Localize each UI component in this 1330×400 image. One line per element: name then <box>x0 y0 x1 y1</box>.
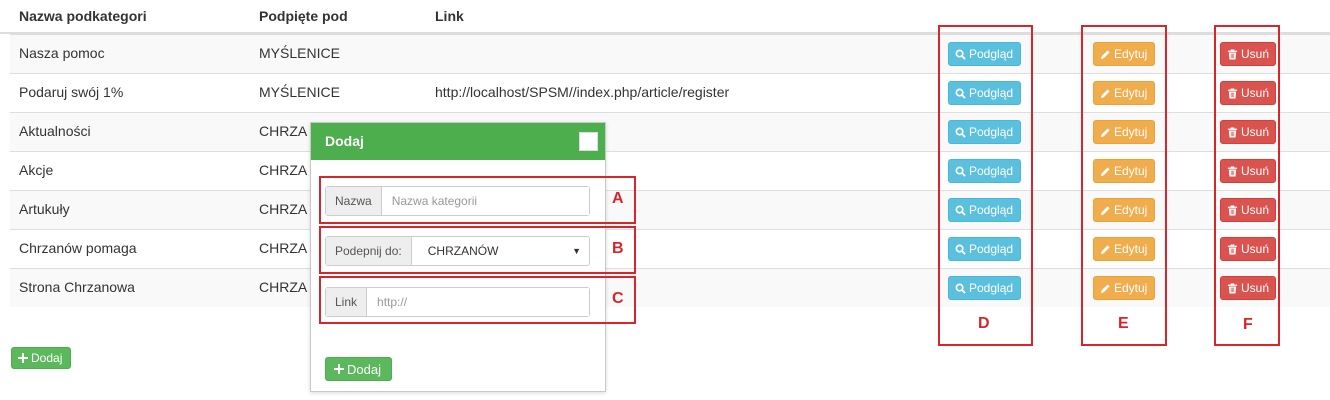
modal-title: Dodaj <box>325 133 364 149</box>
row-name: Aktualności <box>19 123 91 139</box>
annotation-box-a <box>319 176 636 224</box>
header-link: Link <box>435 8 464 24</box>
header-parent: Podpięte pod <box>259 8 348 24</box>
annotation-box-f <box>1214 25 1280 346</box>
row-name: Strona Chrzanowa <box>19 279 135 295</box>
row-name: Chrzanów pomaga <box>19 240 137 256</box>
annotation-label-f: F <box>1243 316 1253 333</box>
plus-icon <box>18 353 28 363</box>
row-name: Artukuły <box>19 201 70 217</box>
annotation-label-a: A <box>612 190 624 207</box>
row-parent: MYŚLENICE <box>259 84 340 100</box>
row-link[interactable]: http://localhost/SPSM//index.php/article… <box>435 84 729 100</box>
modal-submit-label: Dodaj <box>347 361 381 377</box>
modal-header: Dodaj <box>311 123 605 160</box>
row-parent: CHRZA <box>259 123 308 139</box>
row-parent: CHRZA <box>259 240 308 256</box>
row-parent: CHRZA <box>259 279 308 295</box>
plus-icon <box>334 364 344 374</box>
modal-submit-button[interactable]: Dodaj <box>325 357 392 381</box>
annotation-label-c: C <box>612 290 624 307</box>
annotation-label-b: B <box>612 240 624 257</box>
annotation-box-c <box>319 276 636 324</box>
add-button-label: Dodaj <box>31 351 63 365</box>
row-parent: CHRZA <box>259 201 308 217</box>
row-name: Nasza pomoc <box>19 45 105 61</box>
row-name: Podaruj swój 1% <box>19 84 124 100</box>
annotation-box-e <box>1081 25 1167 346</box>
annotation-box-b <box>319 226 636 274</box>
row-parent: MYŚLENICE <box>259 45 340 61</box>
modal-close-checkbox[interactable] <box>579 132 598 151</box>
annotation-box-d <box>938 25 1033 346</box>
row-parent: CHRZA <box>259 162 308 178</box>
header-name: Nazwa podkategori <box>19 8 147 24</box>
annotation-label-e: E <box>1118 315 1129 332</box>
row-name: Akcje <box>19 162 54 178</box>
annotation-label-d: D <box>978 315 990 332</box>
add-button[interactable]: Dodaj <box>11 347 71 369</box>
